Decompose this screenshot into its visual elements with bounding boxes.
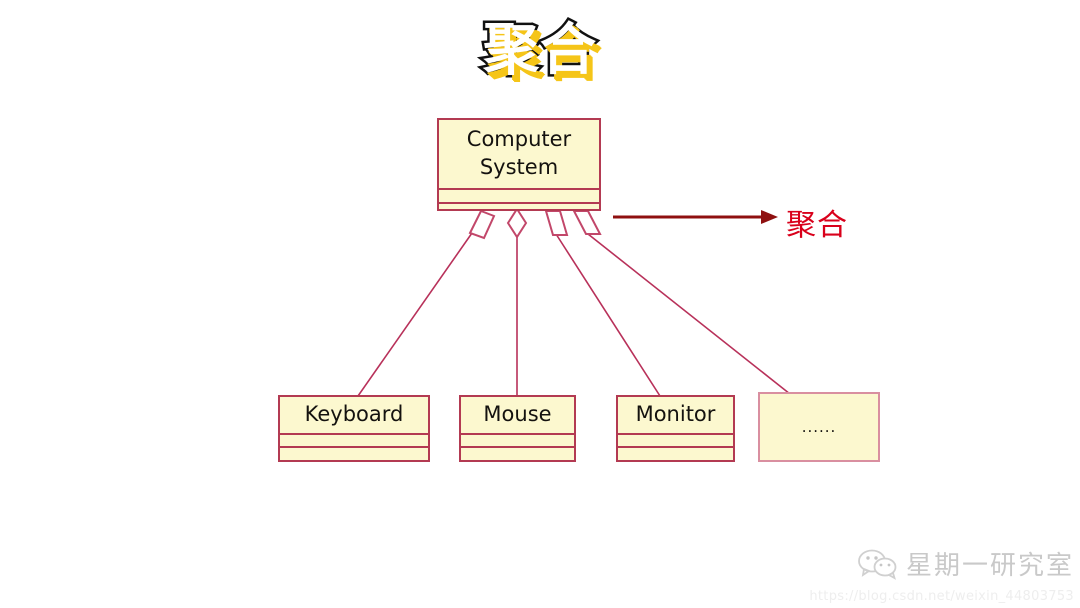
uml-class-name: ......	[801, 418, 837, 436]
aggregation-links-layer	[357, 207, 791, 397]
uml-operations-compartment	[618, 446, 733, 462]
watermark: 星期一研究室 https://blog.csdn.net/weixin_4480…	[809, 545, 1074, 604]
uml-operations-compartment	[461, 446, 574, 462]
uml-class-monitor[interactable]: Monitor	[616, 395, 735, 462]
uml-class-computer-system[interactable]: Computer System	[437, 118, 601, 211]
uml-class-more[interactable]: ......	[758, 392, 880, 462]
uml-class-name: Mouse	[483, 402, 552, 426]
uml-attributes-compartment	[618, 433, 733, 446]
uml-class-keyboard[interactable]: Keyboard	[278, 395, 430, 462]
legend-label: 聚合	[786, 208, 848, 243]
wechat-icon	[858, 549, 897, 580]
uml-class-name: Monitor	[635, 402, 716, 426]
uml-class-mouse[interactable]: Mouse	[459, 395, 576, 462]
watermark-url: https://blog.csdn.net/weixin_44803753	[809, 589, 1074, 604]
diagram-canvas: 聚合 Computer System Keyboard Mouse Monito…	[0, 0, 1080, 608]
watermark-name: 星期一研究室	[905, 551, 1074, 581]
uml-attributes-compartment	[280, 433, 428, 446]
uml-attributes-compartment	[439, 188, 599, 202]
uml-attributes-compartment	[461, 433, 574, 446]
uml-class-name: Computer System	[466, 127, 572, 179]
aggregation-link-mouse	[506, 207, 528, 396]
aggregation-link-etc	[572, 210, 791, 395]
uml-operations-compartment	[280, 446, 428, 462]
page-title: 聚合	[481, 16, 599, 86]
aggregation-link-keyboard	[357, 209, 496, 397]
uml-class-name: Keyboard	[304, 402, 404, 426]
aggregation-link-monitor	[544, 210, 661, 397]
uml-operations-compartment	[439, 202, 599, 222]
legend-arrow-icon	[613, 210, 778, 224]
